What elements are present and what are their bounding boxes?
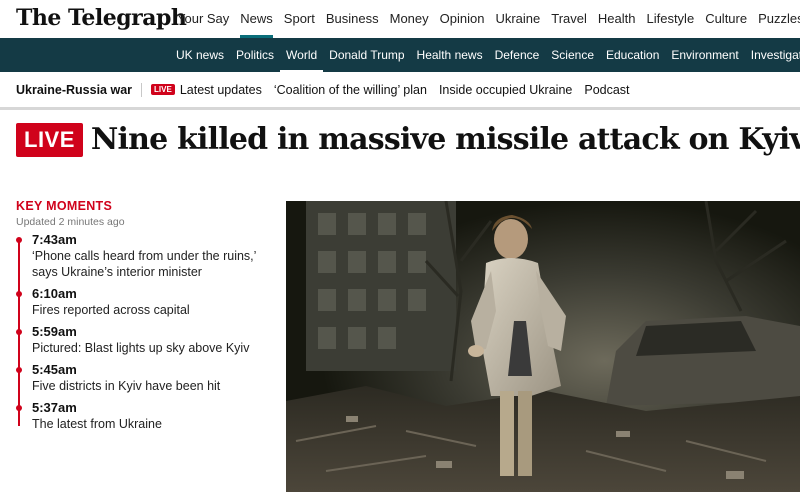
nav-money[interactable]: Money	[390, 11, 429, 26]
updated-timestamp: Updated 2 minutes ago	[16, 216, 125, 228]
nav-opinion[interactable]: Opinion	[440, 11, 485, 26]
secondary-nav: UK news Politics World Donald Trump Heal…	[176, 38, 800, 73]
timeline-dot-icon	[16, 291, 22, 297]
key-moment-link[interactable]: Fires reported across capital	[32, 302, 278, 318]
key-moment-time: 7:43am	[32, 232, 77, 247]
key-moment-item[interactable]: 7:43am ‘Phone calls heard from under the…	[16, 232, 278, 280]
topic-links: Latest updates ‘Coalition of the willing…	[175, 83, 630, 97]
live-badge: LIVE	[16, 122, 83, 157]
key-moment-link[interactable]: The latest from Ukraine	[32, 416, 278, 432]
key-moment-time: 5:37am	[32, 400, 77, 415]
primary-nav: Your Say News Sport Business Money Opini…	[177, 11, 800, 38]
key-moments-timeline: 7:43am ‘Phone calls heard from under the…	[16, 232, 278, 432]
key-moment-item[interactable]: 6:10am Fires reported across capital	[16, 286, 278, 318]
key-moment-time: 6:10am	[32, 286, 77, 301]
topic-title[interactable]: Ukraine-Russia war	[16, 82, 143, 97]
key-moment-time: 5:59am	[32, 324, 77, 339]
nav-culture[interactable]: Culture	[705, 11, 747, 26]
live-mini-badge: LIVE	[151, 84, 175, 95]
nav-lifestyle[interactable]: Lifestyle	[646, 11, 694, 26]
subnav-politics[interactable]: Politics	[236, 48, 274, 62]
link-podcast[interactable]: Podcast	[584, 83, 629, 97]
key-moment-link[interactable]: Five districts in Kyiv have been hit	[32, 378, 278, 394]
key-moment-time: 5:45am	[32, 362, 77, 377]
nav-health[interactable]: Health	[598, 11, 636, 26]
nav-travel[interactable]: Travel	[551, 11, 587, 26]
subnav-uk-news[interactable]: UK news	[176, 48, 224, 62]
key-moment-item[interactable]: 5:37am The latest from Ukraine	[16, 400, 278, 432]
subnav-science[interactable]: Science	[551, 48, 594, 62]
secondary-nav-bar: UK news Politics World Donald Trump Heal…	[0, 38, 800, 73]
nav-business[interactable]: Business	[326, 11, 379, 26]
link-inside-occupied-ukraine[interactable]: Inside occupied Ukraine	[439, 83, 572, 97]
key-moments-title: KEY MOMENTS	[16, 199, 113, 213]
key-moments-panel: KEY MOMENTS Updated 2 minutes ago 7:43am…	[16, 199, 278, 438]
headline-row: LIVE Nine killed in massive missile atta…	[16, 122, 800, 157]
lead-photo[interactable]	[286, 201, 800, 492]
subnav-donald-trump[interactable]: Donald Trump	[329, 48, 404, 62]
nav-ukraine[interactable]: Ukraine	[495, 11, 540, 26]
subnav-investigations[interactable]: Investigations	[751, 48, 800, 62]
nav-puzzles[interactable]: Puzzles	[758, 11, 800, 26]
timeline-dot-icon	[16, 329, 22, 335]
nav-your-say[interactable]: Your Say	[177, 11, 229, 26]
site-header: The Telegraph Your Say News Sport Busine…	[0, 0, 800, 38]
subnav-world[interactable]: World	[280, 48, 324, 73]
subnav-education[interactable]: Education	[606, 48, 659, 62]
page-title: Nine killed in massive missile attack on…	[90, 122, 800, 157]
key-moment-link[interactable]: ‘Phone calls heard from under the ruins,…	[32, 248, 278, 280]
subnav-environment[interactable]: Environment	[671, 48, 738, 62]
story-topic-bar: Ukraine-Russia war LIVE Latest updates ‘…	[0, 72, 800, 110]
subnav-defence[interactable]: Defence	[495, 48, 540, 62]
key-moment-link[interactable]: Pictured: Blast lights up sky above Kyiv	[32, 340, 278, 356]
site-logo[interactable]: The Telegraph	[16, 5, 187, 31]
key-moment-item[interactable]: 5:45am Five districts in Kyiv have been …	[16, 362, 278, 394]
timeline-dot-icon	[16, 367, 22, 373]
link-coalition-plan[interactable]: ‘Coalition of the willing’ plan	[274, 83, 427, 97]
link-latest-updates[interactable]: Latest updates	[180, 83, 262, 97]
nav-sport[interactable]: Sport	[284, 11, 315, 26]
timeline-dot-icon	[16, 237, 22, 243]
key-moment-item[interactable]: 5:59am Pictured: Blast lights up sky abo…	[16, 324, 278, 356]
subnav-health-news[interactable]: Health news	[417, 48, 483, 62]
nav-news[interactable]: News	[240, 11, 273, 38]
lead-photo-image	[286, 201, 800, 492]
timeline-dot-icon	[16, 405, 22, 411]
